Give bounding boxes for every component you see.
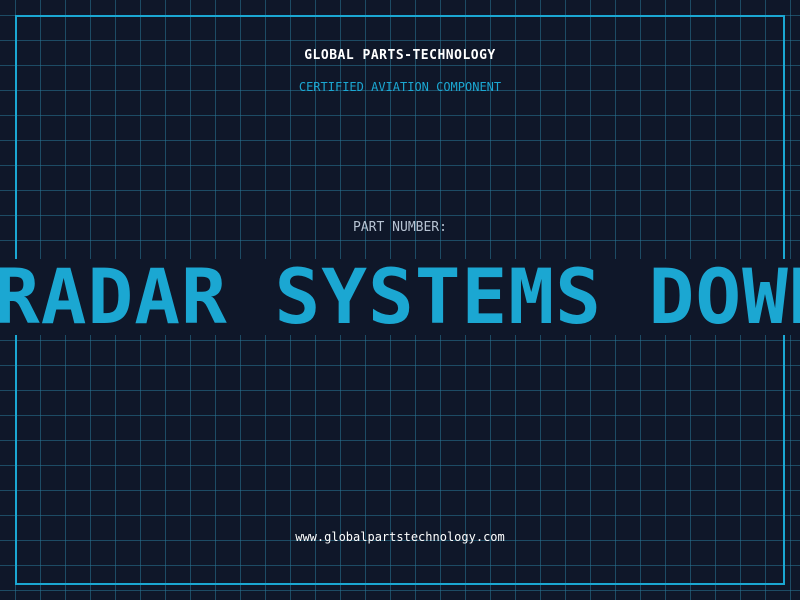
brand-title: GLOBAL PARTS-TECHNOLOGY — [304, 48, 496, 63]
brand-subtitle: CERTIFIED AVIATION COMPONENT — [298, 80, 502, 94]
part-number-value: RADAR SYSTEMS DOWN — [0, 259, 800, 335]
part-number-banner: RADAR SYSTEMS DOWN — [0, 259, 800, 335]
part-number-label: PART NUMBER: — [353, 220, 447, 235]
part-display-screen: GLOBAL PARTS-TECHNOLOGY CERTIFIED AVIATI… — [0, 0, 800, 600]
website-url: www.globalpartstechnology.com — [295, 530, 505, 544]
